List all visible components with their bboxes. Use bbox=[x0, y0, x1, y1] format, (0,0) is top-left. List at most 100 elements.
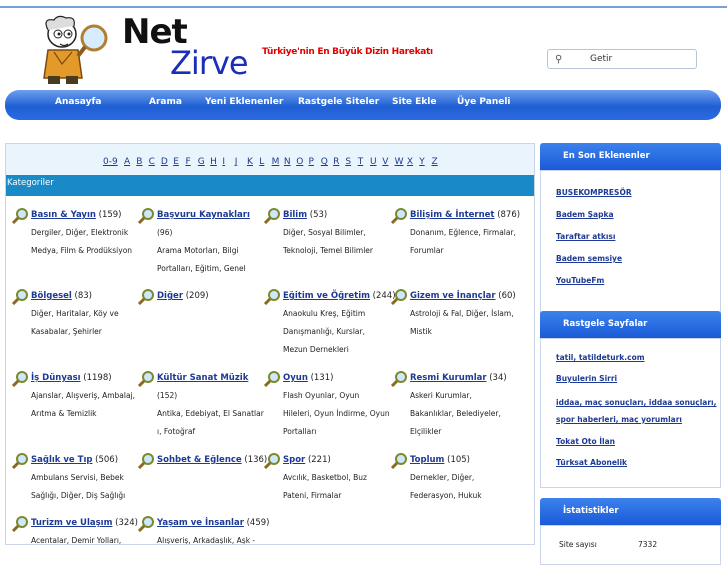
subcategory-line[interactable]: Forumlar bbox=[410, 242, 524, 260]
nav-new[interactable]: Yeni Eklenenler bbox=[205, 97, 283, 107]
alpha-link[interactable]: G bbox=[198, 157, 205, 167]
latest-link[interactable]: BUSEKOMPRESÖR bbox=[556, 188, 632, 197]
subcategory-line[interactable]: Sağlığı, Diğer, Diş Sağlığı bbox=[31, 487, 145, 505]
subcategory-line[interactable]: Mezun Dernekleri bbox=[283, 341, 397, 359]
alpha-link[interactable]: M bbox=[272, 157, 280, 167]
mascot-logo[interactable] bbox=[32, 12, 122, 88]
alpha-link[interactable]: A bbox=[124, 157, 130, 167]
alpha-link[interactable]: J bbox=[235, 157, 238, 167]
subcategory-line[interactable]: Arama Motorları, Bilgi bbox=[157, 242, 271, 260]
subcategory-line[interactable]: Danışmanlığı, Kurslar, bbox=[283, 323, 397, 341]
subcategory-line[interactable]: Anaokulu Kreş, Eğitim bbox=[283, 305, 397, 323]
category-link[interactable]: Oyun bbox=[283, 373, 308, 383]
nav-member-panel[interactable]: Üye Paneli bbox=[457, 97, 511, 107]
random-link[interactable]: Tokat Oto İlan bbox=[556, 437, 615, 446]
category-link[interactable]: Bilişim & İnternet bbox=[410, 210, 495, 220]
category-link[interactable]: Kültür Sanat Müzik bbox=[157, 373, 248, 383]
subcategory-line[interactable]: Ambulans Servisi, Bebek bbox=[31, 469, 145, 487]
alpha-link[interactable]: F bbox=[186, 157, 191, 167]
subcategory-line[interactable]: Portalları bbox=[283, 423, 397, 441]
alpha-link[interactable]: U bbox=[370, 157, 377, 167]
alpha-link[interactable]: 0-9 bbox=[103, 157, 118, 167]
subcategory-line[interactable]: Arıtma & Temizlik bbox=[31, 405, 145, 423]
subcategory-line[interactable]: Antika, Edebiyat, El Sanatlar bbox=[157, 405, 271, 423]
alpha-link[interactable]: D bbox=[161, 157, 168, 167]
category-link[interactable]: Yaşam ve İnsanlar bbox=[157, 518, 244, 528]
alpha-link[interactable]: N bbox=[284, 157, 291, 167]
alpha-link[interactable]: C bbox=[149, 157, 155, 167]
subcategory-line[interactable]: Mistik bbox=[410, 323, 524, 341]
subcategory-line[interactable]: (96) bbox=[157, 224, 271, 242]
subcategory-line[interactable]: Acentalar, Demir Yolları, bbox=[31, 532, 145, 544]
subcategory-line[interactable]: Donanım, Eğlence, Firmalar, bbox=[410, 224, 524, 242]
alpha-link[interactable]: Z bbox=[432, 157, 438, 167]
alpha-link[interactable]: I bbox=[222, 157, 225, 167]
category-link[interactable]: Eğitim ve Öğretim bbox=[283, 291, 370, 301]
alpha-link[interactable]: H bbox=[210, 157, 217, 167]
alpha-link[interactable]: R bbox=[333, 157, 339, 167]
subcategory-line[interactable]: Astroloji & Fal, Diğer, İslam, bbox=[410, 305, 524, 323]
subcategory-line[interactable]: Medya, Film & Prodüksiyon bbox=[31, 242, 145, 260]
category-link[interactable]: Turizm ve Ulaşım bbox=[31, 518, 112, 528]
subcategory-line[interactable]: Dernekler, Diğer, bbox=[410, 469, 524, 487]
random-link[interactable]: Buyulerin Sirri bbox=[556, 374, 617, 383]
alpha-link[interactable]: Y bbox=[419, 157, 425, 167]
alpha-link[interactable]: L bbox=[259, 157, 264, 167]
latest-link[interactable]: YouTubeFm bbox=[556, 276, 604, 285]
category-link[interactable]: Başvuru Kaynakları bbox=[157, 210, 250, 220]
subcategory-line[interactable]: Ajanslar, Alışveriş, Ambalaj, bbox=[31, 387, 145, 405]
subcategory-line[interactable]: (152) bbox=[157, 387, 271, 405]
random-link[interactable]: iddaa, maç sonuçları, iddaa sonuçları, bbox=[556, 398, 716, 407]
latest-link[interactable]: Taraftar atkısı bbox=[556, 232, 615, 241]
subcategory-line[interactable]: Alışveriş, Arkadaşlık, Aşk - bbox=[157, 532, 271, 544]
alpha-link[interactable]: Q bbox=[321, 157, 328, 167]
alpha-link[interactable]: K bbox=[247, 157, 253, 167]
random-link[interactable]: tatil, tatildeturk.com bbox=[556, 353, 645, 362]
alpha-link[interactable]: P bbox=[309, 157, 314, 167]
subcategory-line[interactable]: Avcılık, Basketbol, Buz bbox=[283, 469, 397, 487]
alpha-link[interactable]: X bbox=[407, 157, 413, 167]
subcategory-line[interactable]: Kasabalar, Şehirler bbox=[31, 323, 145, 341]
category-link[interactable]: Sağlık ve Tıp bbox=[31, 455, 92, 465]
alpha-link[interactable]: B bbox=[136, 157, 142, 167]
subcategory-line[interactable]: Elçilikler bbox=[410, 423, 524, 441]
category-link[interactable]: Sohbet & Eğlence bbox=[157, 455, 242, 465]
random-link[interactable]: Türksat Abonelik bbox=[556, 458, 627, 467]
random-link[interactable]: spor haberleri, maç yorumları bbox=[556, 415, 682, 424]
subcategory-line[interactable]: Diğer, Sosyal Bilimler, bbox=[283, 224, 397, 242]
brand-zirve[interactable]: Zirve bbox=[170, 44, 249, 82]
alpha-link[interactable]: E bbox=[173, 157, 179, 167]
latest-link[interactable]: Badem şemsiye bbox=[556, 254, 622, 263]
subcategory-line[interactable]: Federasyon, Hukuk bbox=[410, 487, 524, 505]
alpha-link[interactable]: W bbox=[395, 157, 404, 167]
subcategory-line[interactable]: Diğer, Haritalar, Köy ve bbox=[31, 305, 145, 323]
nav-search[interactable]: Arama bbox=[149, 97, 182, 107]
nav-home[interactable]: Anasayfa bbox=[55, 97, 101, 107]
search-box[interactable]: ⚲ Getir bbox=[547, 49, 697, 69]
subcategory-line[interactable]: Hileleri, Oyun İndirme, Oyun bbox=[283, 405, 397, 423]
subcategory-line[interactable]: ı, Fotoğraf bbox=[157, 423, 271, 441]
category-link[interactable]: Bilim bbox=[283, 210, 307, 220]
category-link[interactable]: Gizem ve İnançlar bbox=[410, 291, 496, 301]
category-link[interactable]: Toplum bbox=[410, 455, 444, 465]
alpha-link[interactable]: V bbox=[382, 157, 388, 167]
nav-add-site[interactable]: Site Ekle bbox=[392, 97, 436, 107]
search-submit-button[interactable]: Getir bbox=[590, 54, 612, 64]
subcategory-line[interactable]: Bakanlıklar, Belediyeler, bbox=[410, 405, 524, 423]
nav-random[interactable]: Rastgele Siteler bbox=[298, 97, 379, 107]
alpha-link[interactable]: S bbox=[345, 157, 351, 167]
category-link[interactable]: Diğer bbox=[157, 291, 183, 301]
subcategory-line[interactable]: Askeri Kurumlar, bbox=[410, 387, 524, 405]
subcategory-line[interactable]: Flash Oyunlar, Oyun bbox=[283, 387, 397, 405]
alpha-link[interactable]: O bbox=[296, 157, 303, 167]
category-link[interactable]: Basın & Yayın bbox=[31, 210, 96, 220]
category-link[interactable]: İş Dünyası bbox=[31, 373, 81, 383]
category-link[interactable]: Spor bbox=[283, 455, 305, 465]
category-link[interactable]: Resmi Kurumlar bbox=[410, 373, 487, 383]
alpha-link[interactable]: T bbox=[358, 157, 364, 167]
subcategory-line[interactable]: Teknoloji, Temel Bilimler bbox=[283, 242, 397, 260]
latest-link[interactable]: Badem Şapka bbox=[556, 210, 614, 219]
subcategory-line[interactable]: Pateni, Firmalar bbox=[283, 487, 397, 505]
subcategory-line[interactable]: Portalları, Eğitim, Genel bbox=[157, 260, 271, 278]
subcategory-line[interactable]: Dergiler, Diğer, Elektronik bbox=[31, 224, 145, 242]
